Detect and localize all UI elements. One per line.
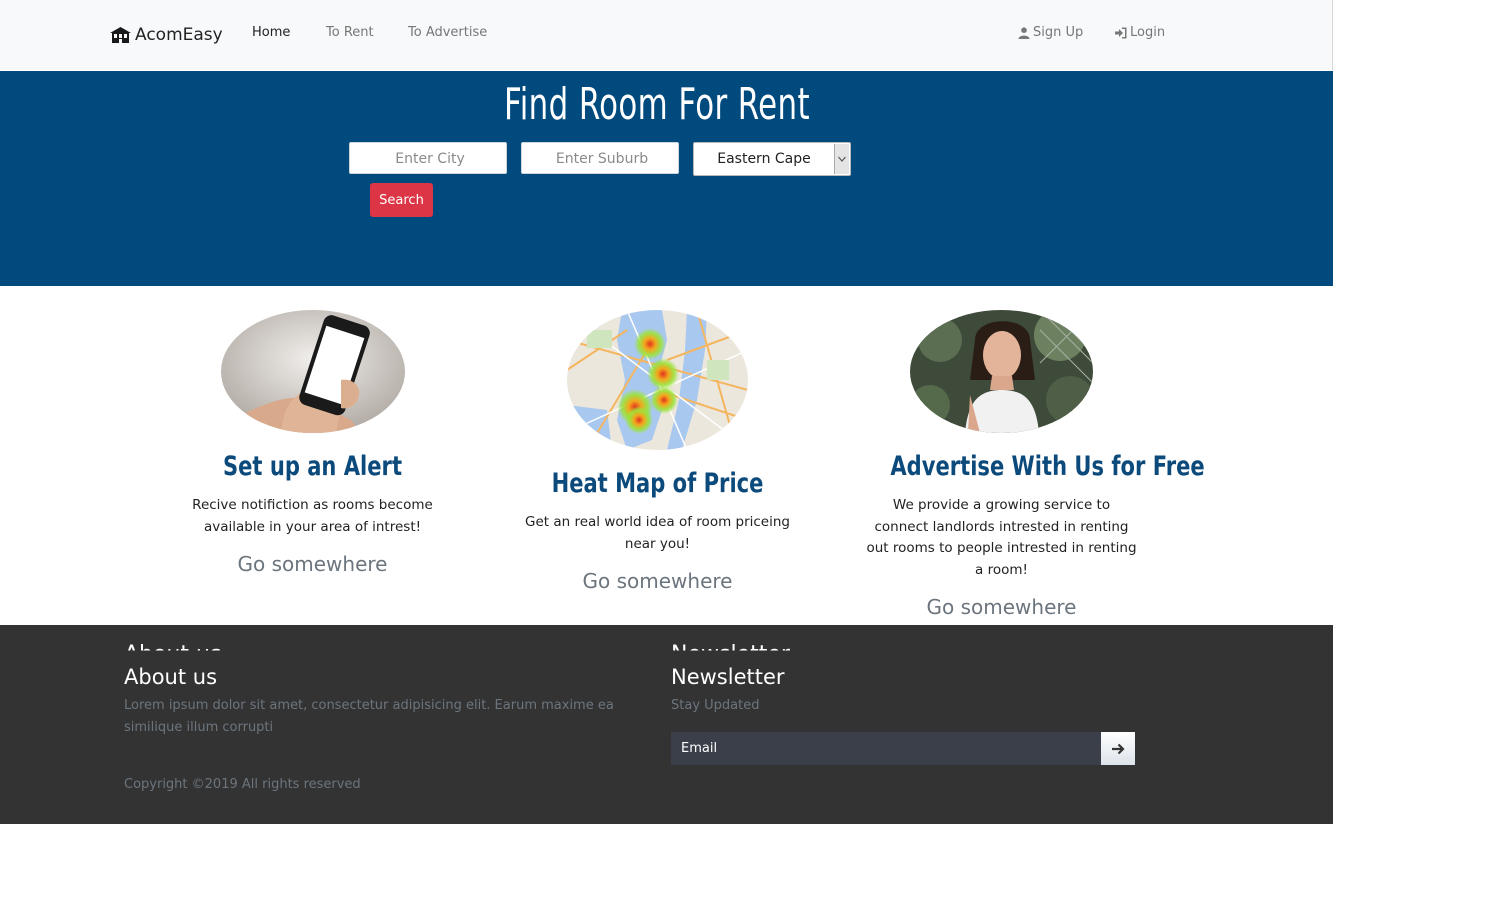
province-select[interactable]: Eastern Cape bbox=[693, 142, 851, 176]
subscribe-button[interactable] bbox=[1101, 732, 1135, 765]
user-icon bbox=[1018, 26, 1030, 39]
sign-in-icon bbox=[1115, 27, 1127, 38]
feature-text: Recive notifiction as rooms become avail… bbox=[192, 497, 433, 535]
login-link[interactable]: Login bbox=[1115, 25, 1165, 40]
city-field[interactable] bbox=[349, 142, 510, 175]
phone-image bbox=[220, 310, 405, 433]
signup-label: Sign Up bbox=[1033, 25, 1084, 40]
brand-logo[interactable]: AcomEasy bbox=[110, 22, 223, 48]
nav-to-advertise[interactable]: To Advertise bbox=[408, 25, 487, 40]
heat-map-image bbox=[567, 310, 748, 450]
feature-title: Set up an Alert bbox=[222, 451, 403, 482]
hero-title: Find Room For Rent bbox=[504, 79, 810, 130]
search-button[interactable]: Search bbox=[370, 183, 433, 217]
feature-alert: Set up an Alert Recive notifiction as ro… bbox=[170, 310, 455, 576]
feature-title: Heat Map of Price bbox=[551, 468, 764, 499]
feature-heatmap: Heat Map of Price Get an real world idea… bbox=[515, 310, 800, 593]
newsletter-text: Stay Updated bbox=[671, 698, 760, 713]
feature-title: Advertise With Us for Free bbox=[890, 451, 1205, 482]
feature-text: Get an real world idea of room priceing … bbox=[525, 514, 790, 552]
province-selected-value: Eastern Cape bbox=[717, 151, 811, 167]
page: AcomEasy Home To Rent To Advertise Sign … bbox=[0, 0, 1333, 824]
navbar: AcomEasy Home To Rent To Advertise Sign … bbox=[0, 0, 1333, 70]
arrow-right-icon bbox=[1112, 743, 1125, 754]
city-input[interactable] bbox=[350, 143, 510, 175]
about-title: About us bbox=[124, 665, 218, 689]
go-somewhere-link[interactable]: Go somewhere bbox=[927, 595, 1077, 619]
newsletter-title-ghost: Newsletter bbox=[671, 642, 790, 667]
email-input[interactable] bbox=[671, 732, 1101, 765]
brand-name: AcomEasy bbox=[135, 25, 223, 45]
about-text: Lorem ipsum dolor sit amet, consectetur … bbox=[124, 698, 614, 735]
suburb-field[interactable] bbox=[521, 142, 682, 175]
signup-link[interactable]: Sign Up bbox=[1018, 25, 1083, 40]
feature-advertise: Advertise With Us for Free We provide a … bbox=[859, 310, 1205, 619]
go-somewhere-link[interactable]: Go somewhere bbox=[583, 569, 733, 593]
chevron-down-icon bbox=[838, 156, 846, 162]
email-field[interactable] bbox=[671, 732, 1101, 765]
go-somewhere-link[interactable]: Go somewhere bbox=[238, 552, 388, 576]
suburb-input[interactable] bbox=[522, 143, 682, 175]
nav-home[interactable]: Home bbox=[252, 25, 290, 40]
hero-section: Find Room For Rent Eastern Cape Search bbox=[0, 71, 1333, 286]
newsletter-title: Newsletter bbox=[671, 665, 785, 689]
house-icon bbox=[110, 27, 131, 43]
feature-text: We provide a growing service to connect … bbox=[866, 497, 1137, 578]
about-title-ghost: About us bbox=[124, 642, 222, 667]
woman-image bbox=[910, 310, 1093, 433]
footer: About us Newsletter About us Lorem ipsum… bbox=[0, 625, 1333, 824]
copyright-text: Copyright ©2019 All rights reserved bbox=[124, 777, 361, 792]
dropdown-arrow[interactable] bbox=[834, 144, 849, 174]
nav-to-rent[interactable]: To Rent bbox=[326, 25, 374, 40]
login-label: Login bbox=[1130, 25, 1166, 40]
